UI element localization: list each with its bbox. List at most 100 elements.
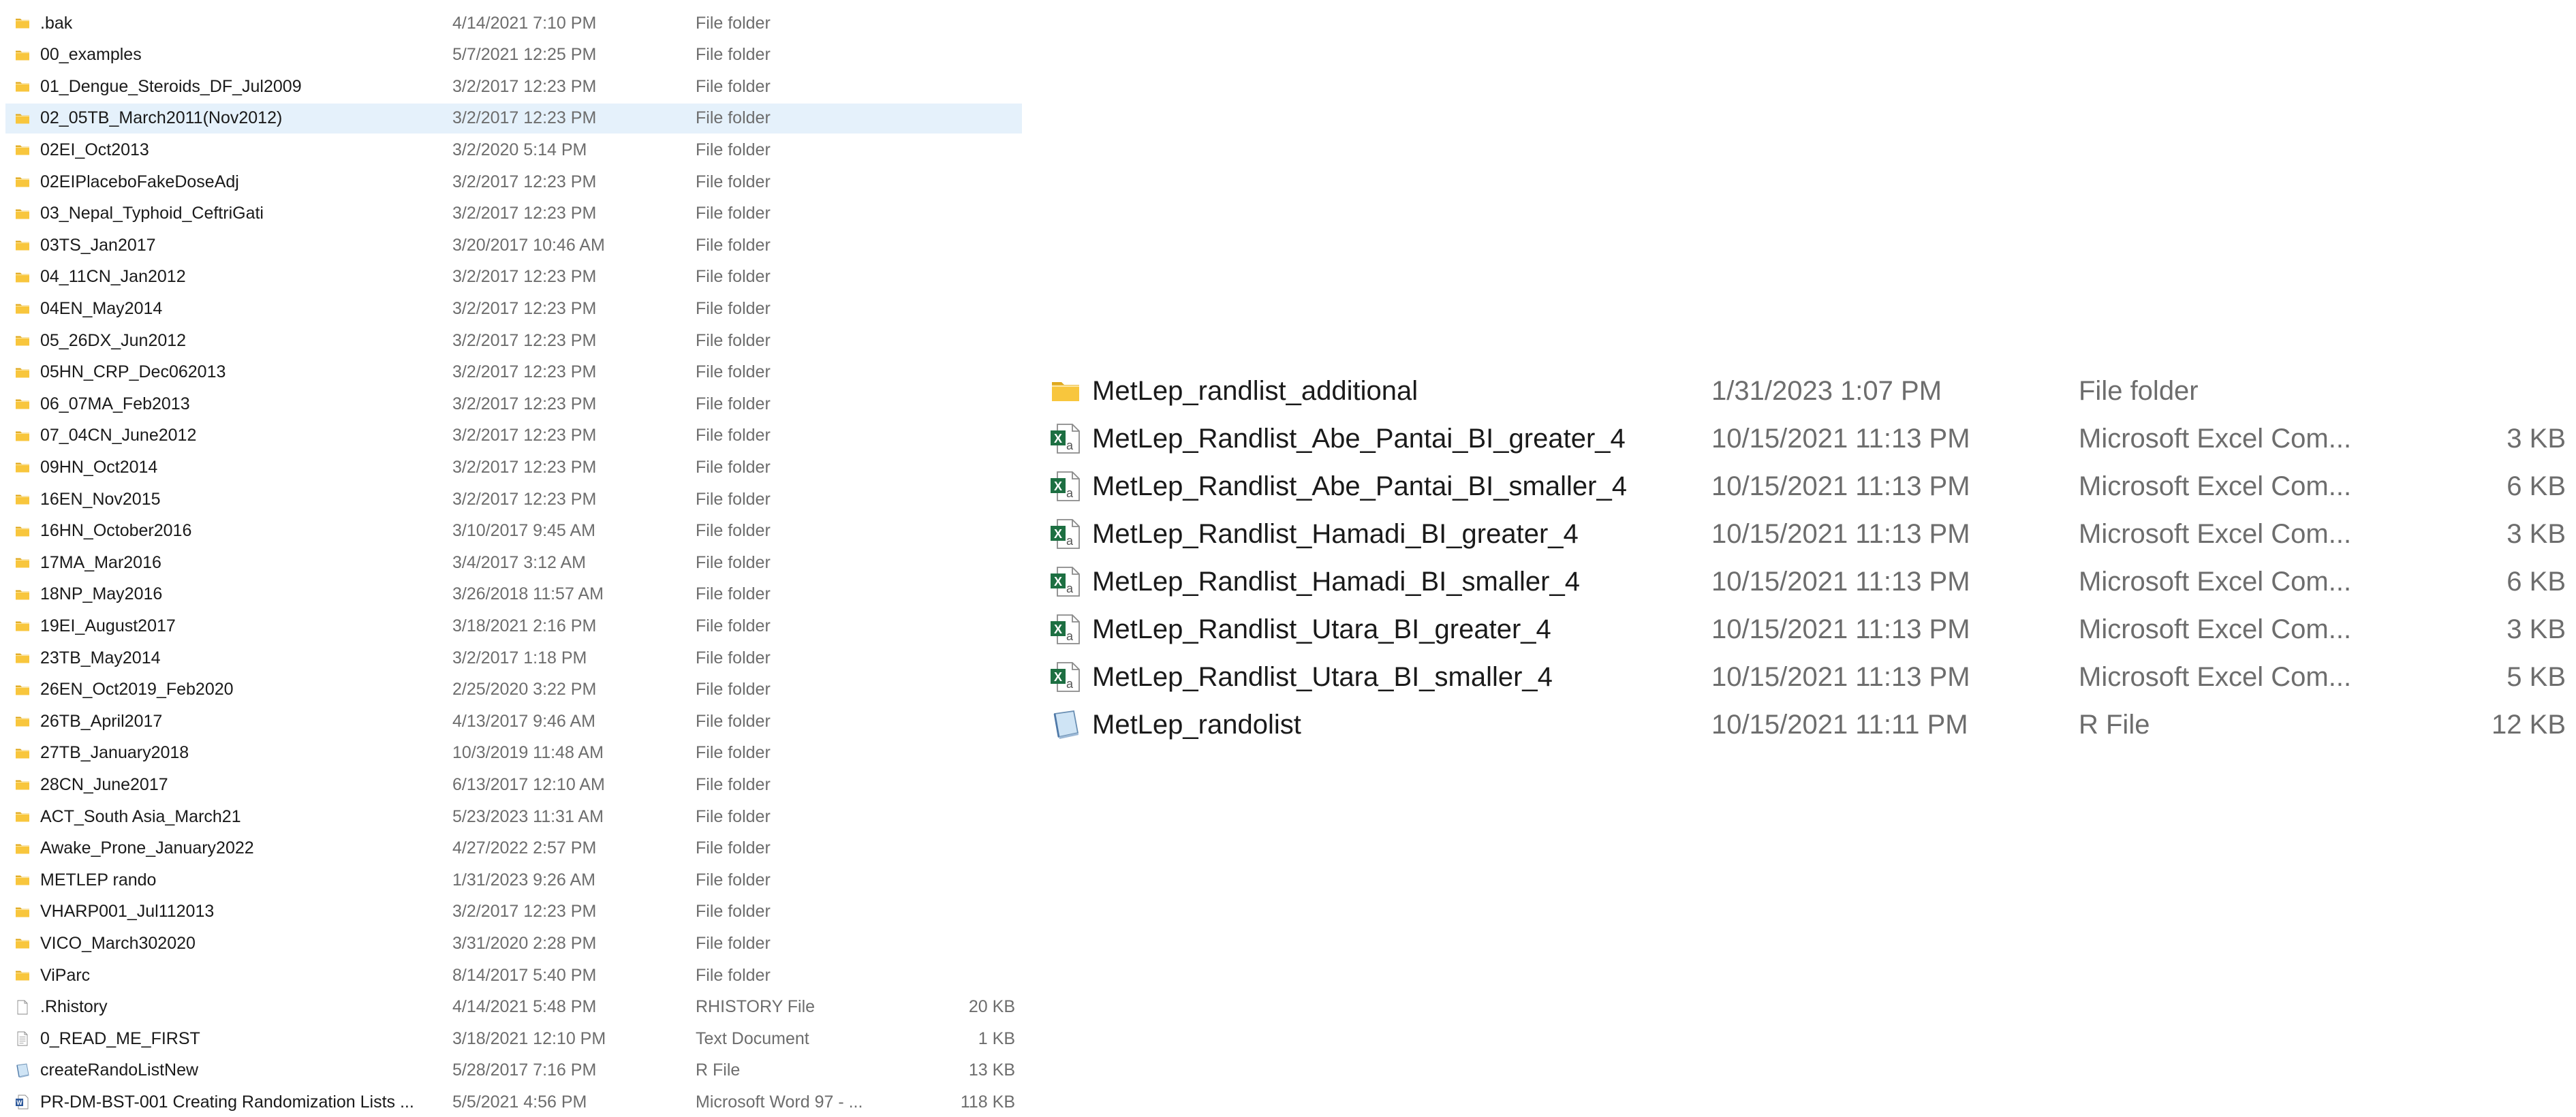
file-row[interactable]: VHARP001_Jul112013 3/2/2017 12:23 PM File … (5, 897, 1022, 927)
file-row[interactable]: 09HN_Oct2014 3/2/2017 12:23 PM File folder (5, 452, 1022, 482)
file-row[interactable]: 05HN_CRP_Dec062013 3/2/2017 12:23 PM File … (5, 358, 1022, 388)
file-row[interactable]: .bak 4/14/2021 7:10 PM File folder (5, 8, 1022, 38)
file-date-modified: 1/31/2023 9:26 AM (452, 870, 595, 890)
file-row[interactable]: 00_examples 5/7/2021 12:25 PM File folder (5, 40, 1022, 70)
file-type: Text Document (696, 1028, 809, 1048)
file-date-modified: 5/5/2021 4:56 PM (452, 1092, 587, 1112)
file-type: File folder (696, 552, 771, 572)
file-row[interactable]: Awake_Prone_January2022 4/27/2022 2:57 PM… (5, 834, 1022, 864)
svg-text:a: a (1066, 486, 1074, 500)
file-row[interactable]: 03TS_Jan2017 3/20/2017 10:46 AM File folde… (5, 230, 1022, 260)
file-row[interactable]: 01_Dengue_Steroids_DF_Jul2009 3/2/2017 12… (5, 72, 1022, 101)
file-date-modified: 4/14/2021 5:48 PM (452, 997, 597, 1017)
file-row[interactable]: a X MetLep_Randlist_Abe_Pantai_BI_smalle… (1042, 463, 2569, 509)
file-row[interactable]: ACT_South Asia_March21 5/23/2023 11:31 AM… (5, 802, 1022, 832)
file-row[interactable]: MetLep_randlist_additional 1/31/2023 1:07… (1042, 368, 2569, 414)
file-row[interactable]: 02_05TB_March2011(Nov2012) 3/2/2017 12:23… (5, 103, 1022, 133)
file-row[interactable]: 05_26DX_Jun2012 3/2/2017 12:23 PM File fol… (5, 326, 1022, 356)
svg-text:W: W (16, 1099, 22, 1106)
file-type: RHISTORY File (696, 997, 816, 1017)
file-name: VHARP001_Jul112013 (40, 902, 215, 922)
file-row[interactable]: .Rhistory 4/14/2021 5:48 PM RHISTORY File 2… (5, 992, 1022, 1022)
file-name: 03TS_Jan2017 (40, 235, 156, 255)
file-row[interactable]: 18NP_May2016 3/26/2018 11:57 AM File folde… (5, 580, 1022, 610)
file-type: File folder (696, 648, 771, 667)
file-type: File folder (696, 616, 771, 635)
file-row[interactable]: 28CN_June2017 6/13/2017 12:10 AM File fold… (5, 770, 1022, 800)
file-name: ViParc (40, 965, 91, 985)
file-type: File folder (696, 13, 771, 33)
file-type: File folder (696, 870, 771, 890)
file-row[interactable]: 0_READ_ME_FIRST 3/18/2021 12:10 PM Text Do… (5, 1024, 1022, 1054)
file-date-modified: 3/2/2017 12:23 PM (452, 902, 597, 922)
right-file-list: MetLep_randlist_additional 1/31/2023 1:07… (1042, 368, 2576, 749)
file-date-modified: 10/15/2021 11:13 PM (1711, 423, 1970, 454)
file-type: File folder (696, 108, 771, 128)
file-row[interactable]: 16HN_October2016 3/10/2017 9:45 AM File fo… (5, 516, 1022, 546)
file-row[interactable]: a X MetLep_Randlist_Hamadi_BI_smaller_4 1… (1042, 558, 2569, 605)
r-file-icon (5, 1056, 40, 1086)
file-row[interactable]: 02EIPlaceboFakeDoseAdj 3/2/2017 12:23 PM F… (5, 167, 1022, 197)
file-name: MetLep_Randlist_Utara_BI_greater_4 (1092, 614, 1551, 644)
file-date-modified: 5/23/2023 11:31 AM (452, 806, 604, 826)
file-row[interactable]: 26EN_Oct2019_Feb2020 2/25/2020 3:22 PM Fil… (5, 675, 1022, 705)
file-date-modified: 4/13/2017 9:46 AM (452, 711, 595, 731)
file-row[interactable]: ViParc 8/14/2017 5:40 PM File folder (5, 960, 1022, 990)
file-row[interactable]: a X MetLep_Randlist_Abe_Pantai_BI_greate… (1042, 415, 2569, 462)
folder-icon (1045, 368, 1086, 414)
file-row[interactable]: 16EN_Nov2015 3/2/2017 12:23 PM File folder (5, 484, 1022, 514)
file-type: File folder (696, 457, 771, 477)
file-row[interactable]: 17MA_Mar2016 3/4/2017 3:12 AM File folder (5, 548, 1022, 578)
file-type: File folder (696, 521, 771, 541)
file-row[interactable]: a X MetLep_Randlist_Hamadi_BI_greater_4 1… (1042, 511, 2569, 557)
file-name: Awake_Prone_January2022 (40, 838, 254, 858)
file-row[interactable]: 03_Nepal_Typhoid_CeftriGati 3/2/2017 12:2… (5, 199, 1022, 229)
file-row[interactable]: 07_04CN_June2012 3/2/2017 12:23 PM File fo… (5, 421, 1022, 451)
file-type: R File (2079, 709, 2150, 740)
folder-icon (5, 643, 40, 673)
file-row[interactable]: 06_07MA_Feb2013 3/2/2017 12:23 PM File fol… (5, 389, 1022, 419)
file-row[interactable]: a X MetLep_Randlist_Utara_BI_smaller_4 10… (1042, 654, 2569, 700)
file-name: PR-DM-BST-001 Creating Randomization Lis… (40, 1092, 414, 1112)
file-type: File folder (696, 267, 771, 287)
file-row[interactable]: 27TB_January2018 10/3/2019 11:48 AM File f… (5, 738, 1022, 768)
file-row[interactable]: 19EI_August2017 3/18/2021 2:16 PM File fol… (5, 611, 1022, 641)
file-row[interactable]: createRandoListNew 5/28/2017 7:16 PM R Fil… (5, 1056, 1022, 1086)
file-date-modified: 10/15/2021 11:13 PM (1711, 518, 1970, 549)
svg-text:a: a (1066, 677, 1074, 691)
file-type: File folder (696, 838, 771, 858)
file-date-modified: 3/2/2017 12:23 PM (452, 298, 597, 318)
file-name: 04EN_May2014 (40, 298, 163, 318)
file-date-modified: 6/13/2017 12:10 AM (452, 774, 605, 794)
svg-text:X: X (1054, 527, 1062, 541)
file-size: 3 KB (2507, 518, 2566, 549)
file-date-modified: 5/7/2021 12:25 PM (452, 45, 597, 65)
folder-icon (5, 706, 40, 736)
file-row[interactable]: MetLep_randolist 10/15/2021 11:11 PM R Fil… (1042, 702, 2569, 748)
file-date-modified: 3/4/2017 3:12 AM (452, 552, 586, 572)
folder-icon (5, 960, 40, 990)
file-name: 27TB_January2018 (40, 743, 189, 763)
blank-file-icon (5, 992, 40, 1022)
folder-icon (5, 230, 40, 260)
file-row[interactable]: 04EN_May2014 3/2/2017 12:23 PM File folder (5, 294, 1022, 324)
file-row[interactable]: 04_11CN_Jan2012 3/2/2017 12:23 PM File fol… (5, 262, 1022, 292)
file-name: MetLep_Randlist_Hamadi_BI_greater_4 (1092, 518, 1579, 549)
file-name: 04_11CN_Jan2012 (40, 267, 186, 287)
file-date-modified: 3/2/2017 12:23 PM (452, 204, 597, 223)
file-row[interactable]: a X MetLep_Randlist_Utara_BI_greater_4 10… (1042, 606, 2569, 652)
file-row[interactable]: 02EI_Oct2013 3/2/2020 5:14 PM File folder (5, 135, 1022, 165)
file-row[interactable]: 26TB_April2017 4/13/2017 9:46 AM File fold… (5, 706, 1022, 736)
file-type: R File (696, 1060, 741, 1080)
svg-text:a: a (1066, 534, 1074, 548)
file-row[interactable]: METLEP rando 1/31/2023 9:26 AM File folder (5, 865, 1022, 895)
file-name: 06_07MA_Feb2013 (40, 394, 190, 413)
file-date-modified: 3/18/2021 2:16 PM (452, 616, 597, 635)
svg-text:X: X (1054, 670, 1062, 684)
file-row[interactable]: VICO_March302020 3/31/2020 2:28 PM File fo… (5, 928, 1022, 958)
file-row[interactable]: W PR-DM-BST-001 Creating Randomization L… (5, 1087, 1022, 1117)
file-name: 02_05TB_March2011(Nov2012) (40, 108, 283, 128)
file-type: File folder (696, 330, 771, 350)
folder-icon (5, 40, 40, 70)
file-row[interactable]: 23TB_May2014 3/2/2017 1:18 PM File folder (5, 643, 1022, 673)
